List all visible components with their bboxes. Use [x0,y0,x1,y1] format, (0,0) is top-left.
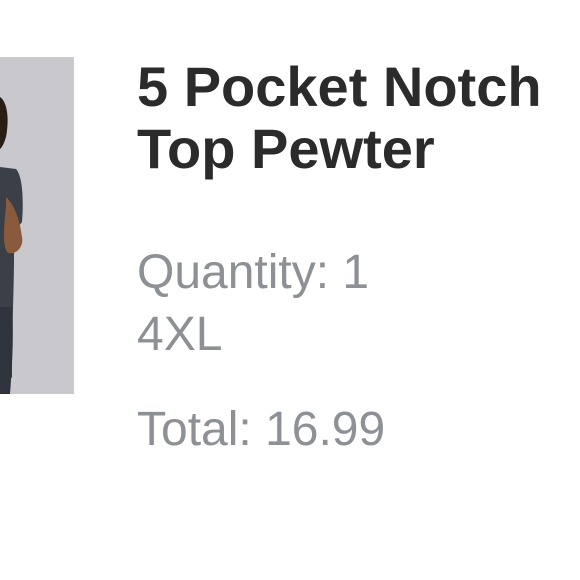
product-thumbnail[interactable] [0,57,74,394]
total-price-label: Total: 16.99 [137,403,386,456]
size-label: 4XL [137,308,223,361]
quantity-label: Quantity: 1 [137,246,370,299]
model-pants [0,307,13,394]
product-title[interactable]: 5 Pocket Notch Top Pewter [137,56,580,180]
product-title-line-1: 5 Pocket Notch [137,56,542,118]
cart-line-item: 5 Pocket Notch Top Pewter Quantity: 1 4X… [0,0,580,580]
product-photo-image [0,57,74,394]
product-title-line-2: Top Pewter [137,117,435,180]
